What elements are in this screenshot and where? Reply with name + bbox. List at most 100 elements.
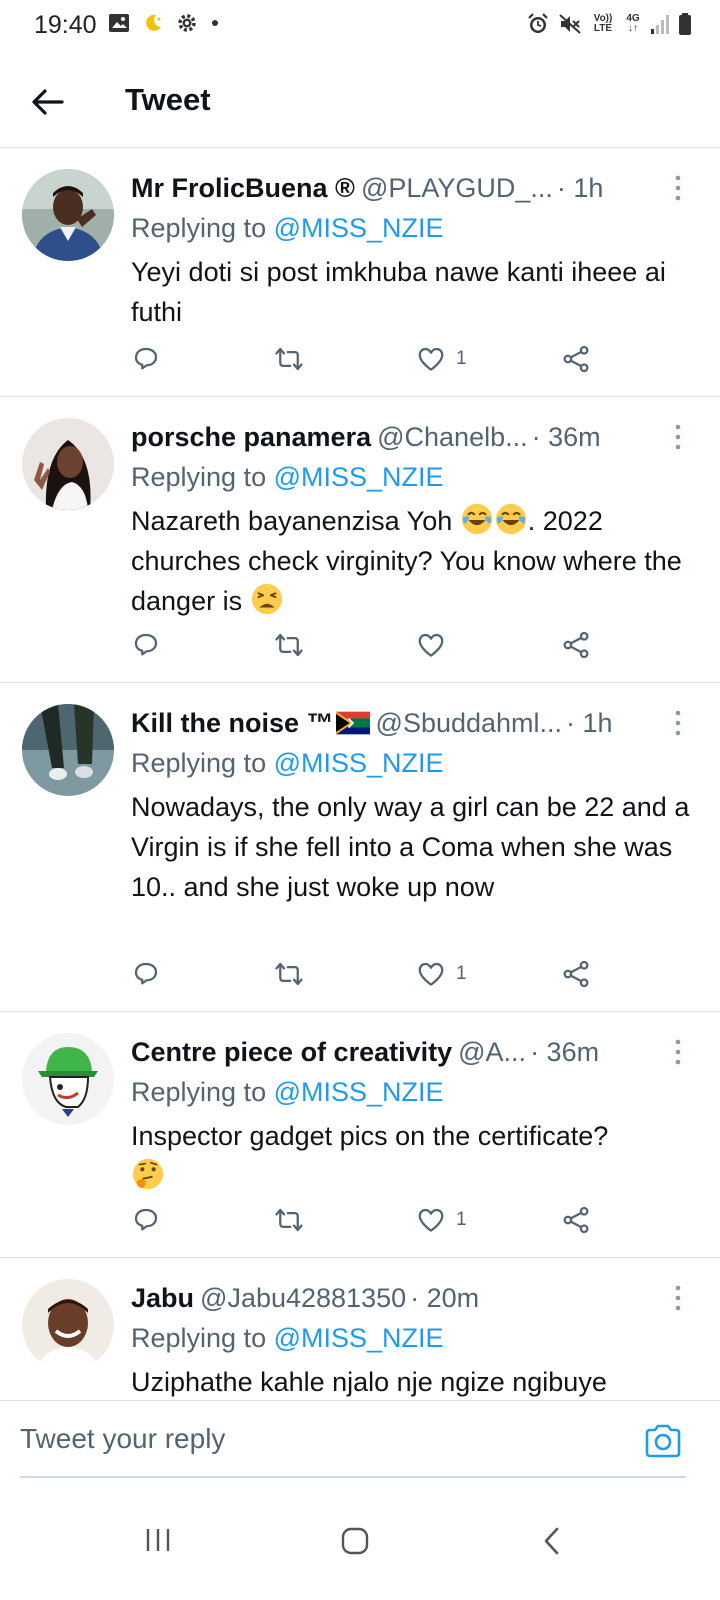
tweet-text: Nazareth bayanenzisa Yoh . 2022 churches…: [131, 501, 690, 621]
more-options-icon[interactable]: [670, 1037, 686, 1067]
tweet-reply[interactable]: Kill the noise ™ @Sbuddahml... · 1h Repl…: [0, 684, 720, 1012]
weary-face-emoji-icon: [250, 582, 284, 616]
more-options-icon[interactable]: [670, 422, 686, 452]
retweet-icon: [274, 1205, 304, 1235]
tweet-actions: [131, 630, 601, 670]
mention-link[interactable]: @MISS_NZIE: [274, 1323, 444, 1353]
reply-composer: [0, 1400, 720, 1478]
user-handle[interactable]: @Sbuddahml...: [376, 706, 563, 740]
tweet-text: Inspector gadget pics on the certificate…: [131, 1116, 690, 1196]
signal-icon: [651, 15, 669, 34]
gear-icon: [178, 14, 196, 32]
display-name[interactable]: porsche panamera: [131, 420, 371, 454]
reply-button[interactable]: [131, 1205, 161, 1235]
share-button[interactable]: [561, 344, 591, 374]
reply-button[interactable]: [131, 630, 161, 660]
like-button[interactable]: [416, 630, 456, 660]
display-name[interactable]: Centre piece of creativity: [131, 1035, 452, 1069]
share-icon: [561, 630, 591, 660]
mention-link[interactable]: @MISS_NZIE: [274, 1077, 444, 1107]
tweet-actions: 1: [131, 1205, 601, 1245]
share-icon: [561, 344, 591, 374]
tweet-reply[interactable]: Centre piece of creativity @A... · 36m R…: [0, 1013, 720, 1258]
more-options-icon[interactable]: [670, 173, 686, 203]
like-count: 1: [456, 348, 467, 369]
retweet-icon: [274, 344, 304, 374]
mention-link[interactable]: @MISS_NZIE: [274, 462, 444, 492]
recents-icon[interactable]: [144, 1526, 172, 1554]
avatar[interactable]: [22, 418, 114, 510]
top-app-bar: Tweet: [0, 52, 720, 148]
share-button[interactable]: [561, 630, 591, 660]
reply-icon: [131, 1205, 161, 1235]
tweet-reply[interactable]: porsche panamera @Chanelb... · 36m Reply…: [0, 398, 720, 683]
replying-to: Replying to @MISS_NZIE: [131, 462, 444, 492]
heart-icon: [416, 1205, 446, 1235]
tears-of-joy-emoji-icon: [494, 502, 528, 536]
volte-icon: Vo)) LTE: [593, 13, 613, 34]
reply-input[interactable]: [20, 1419, 580, 1459]
reply-icon: [131, 344, 161, 374]
retweet-button[interactable]: [274, 1205, 304, 1235]
retweet-icon: [274, 630, 304, 660]
retweet-button[interactable]: [274, 959, 304, 989]
avatar[interactable]: [22, 1033, 114, 1125]
share-button[interactable]: [561, 1205, 591, 1235]
like-button[interactable]: 1: [416, 1205, 467, 1235]
status-time: 19:40: [34, 11, 97, 39]
replying-to: Replying to @MISS_NZIE: [131, 1077, 444, 1107]
camera-icon[interactable]: [644, 1423, 682, 1459]
more-options-icon[interactable]: [670, 708, 686, 738]
tweet-time: · 1h: [556, 173, 604, 203]
retweet-icon: [274, 959, 304, 989]
user-handle[interactable]: @Jabu42881350: [200, 1281, 406, 1315]
display-name[interactable]: Jabu: [131, 1281, 194, 1315]
user-handle[interactable]: @PLAYGUD_...: [361, 171, 553, 205]
tweet-time: · 20m: [410, 1283, 480, 1313]
south-africa-flag-icon: [335, 711, 370, 735]
share-icon: [561, 959, 591, 989]
tweet-reply[interactable]: Jabu @Jabu42881350 · 20m Replying to @MI…: [0, 1259, 720, 1400]
reply-button[interactable]: [131, 344, 161, 374]
user-handle[interactable]: @Chanelb...: [377, 420, 528, 454]
share-icon: [561, 1205, 591, 1235]
more-options-icon[interactable]: [670, 1283, 686, 1313]
4g-icon: 4G ↓↑: [626, 13, 640, 34]
tweet-actions: 1: [131, 344, 601, 384]
back-nav-icon[interactable]: [540, 1526, 564, 1556]
reply-button[interactable]: [131, 959, 161, 989]
tweet-time: · 36m: [531, 422, 601, 452]
share-button[interactable]: [561, 959, 591, 989]
heart-icon: [416, 630, 446, 660]
replying-to: Replying to @MISS_NZIE: [131, 213, 444, 243]
avatar[interactable]: [22, 169, 114, 261]
mute-icon: [559, 14, 581, 34]
system-nav-bar: [0, 1480, 720, 1600]
tweet-time: · 36m: [530, 1037, 600, 1067]
tweet-text: Yeyi doti si post imkhuba nawe kanti ihe…: [131, 257, 666, 327]
back-arrow-icon[interactable]: [28, 82, 68, 122]
like-button[interactable]: 1: [416, 959, 467, 989]
heart-icon: [416, 344, 446, 374]
like-count: 1: [456, 963, 467, 984]
tweet-text: Nowadays, the only way a girl can be 22 …: [131, 792, 690, 902]
tweet-reply[interactable]: Mr FrolicBuena ® @PLAYGUD_... · 1h Reply…: [0, 149, 720, 397]
dot-icon: [212, 20, 218, 26]
avatar[interactable]: [22, 1279, 114, 1371]
thinking-face-emoji-icon: [131, 1157, 165, 1191]
display-name[interactable]: Kill the noise ™: [131, 706, 334, 740]
moon-icon: [146, 14, 161, 31]
like-button[interactable]: 1: [416, 344, 467, 374]
battery-icon: [679, 13, 691, 35]
mention-link[interactable]: @MISS_NZIE: [274, 748, 444, 778]
retweet-button[interactable]: [274, 344, 304, 374]
home-icon[interactable]: [340, 1526, 370, 1556]
display-name[interactable]: Mr FrolicBuena ®: [131, 171, 355, 205]
mention-link[interactable]: @MISS_NZIE: [274, 213, 444, 243]
page-title: Tweet: [125, 82, 211, 117]
retweet-button[interactable]: [274, 630, 304, 660]
replying-to: Replying to @MISS_NZIE: [131, 1323, 444, 1353]
heart-icon: [416, 959, 446, 989]
avatar[interactable]: [22, 704, 114, 796]
user-handle[interactable]: @A...: [458, 1035, 526, 1069]
